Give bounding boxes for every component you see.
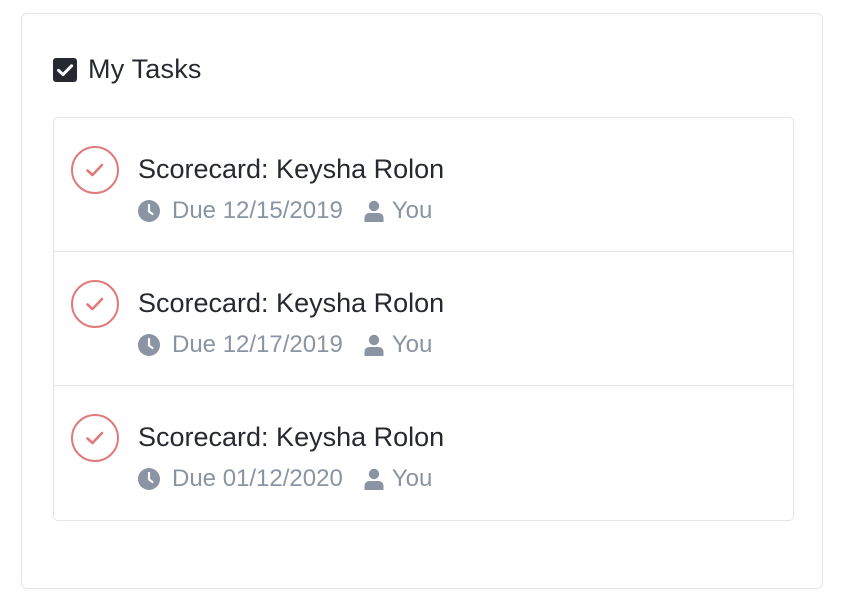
clock-icon	[138, 334, 160, 356]
card-header: My Tasks	[53, 54, 202, 85]
assignee-text: You	[391, 197, 433, 224]
user-icon	[363, 200, 385, 222]
due-date-text: Due 12/17/2019	[172, 331, 343, 358]
task-meta: Due 12/15/2019 You	[138, 197, 432, 225]
task-item[interactable]: Scorecard: Keysha Rolon Due 12/17/2019 Y…	[54, 252, 793, 386]
user-icon	[363, 468, 385, 490]
assignee: You	[363, 331, 433, 359]
task-meta: Due 12/17/2019 You	[138, 331, 432, 359]
task-item[interactable]: Scorecard: Keysha Rolon Due 12/15/2019 Y…	[54, 118, 793, 252]
task-title[interactable]: Scorecard: Keysha Rolon	[138, 154, 444, 185]
due-date-text: Due 12/15/2019	[172, 197, 343, 224]
due-date: Due 01/12/2020	[138, 465, 343, 493]
my-tasks-card: My Tasks Scorecard: Keysha Rolon Due 12/…	[21, 13, 823, 589]
due-date: Due 12/17/2019	[138, 331, 343, 359]
due-date-text: Due 01/12/2020	[172, 465, 343, 492]
user-icon	[363, 334, 385, 356]
task-list: Scorecard: Keysha Rolon Due 12/15/2019 Y…	[53, 117, 794, 521]
assignee: You	[363, 197, 433, 225]
circle-check-icon[interactable]	[70, 279, 120, 329]
circle-check-icon[interactable]	[70, 413, 120, 463]
task-meta: Due 01/12/2020 You	[138, 465, 432, 493]
task-title[interactable]: Scorecard: Keysha Rolon	[138, 288, 444, 319]
assignee-text: You	[391, 465, 433, 492]
card-title: My Tasks	[88, 54, 202, 84]
checkbox-checked-icon[interactable]	[53, 57, 77, 82]
assignee: You	[363, 465, 433, 493]
assignee-text: You	[391, 331, 433, 358]
task-item[interactable]: Scorecard: Keysha Rolon Due 01/12/2020 Y…	[54, 386, 793, 520]
task-title[interactable]: Scorecard: Keysha Rolon	[138, 422, 444, 453]
due-date: Due 12/15/2019	[138, 197, 343, 225]
clock-icon	[138, 468, 160, 490]
clock-icon	[138, 200, 160, 222]
circle-check-icon[interactable]	[70, 145, 120, 195]
